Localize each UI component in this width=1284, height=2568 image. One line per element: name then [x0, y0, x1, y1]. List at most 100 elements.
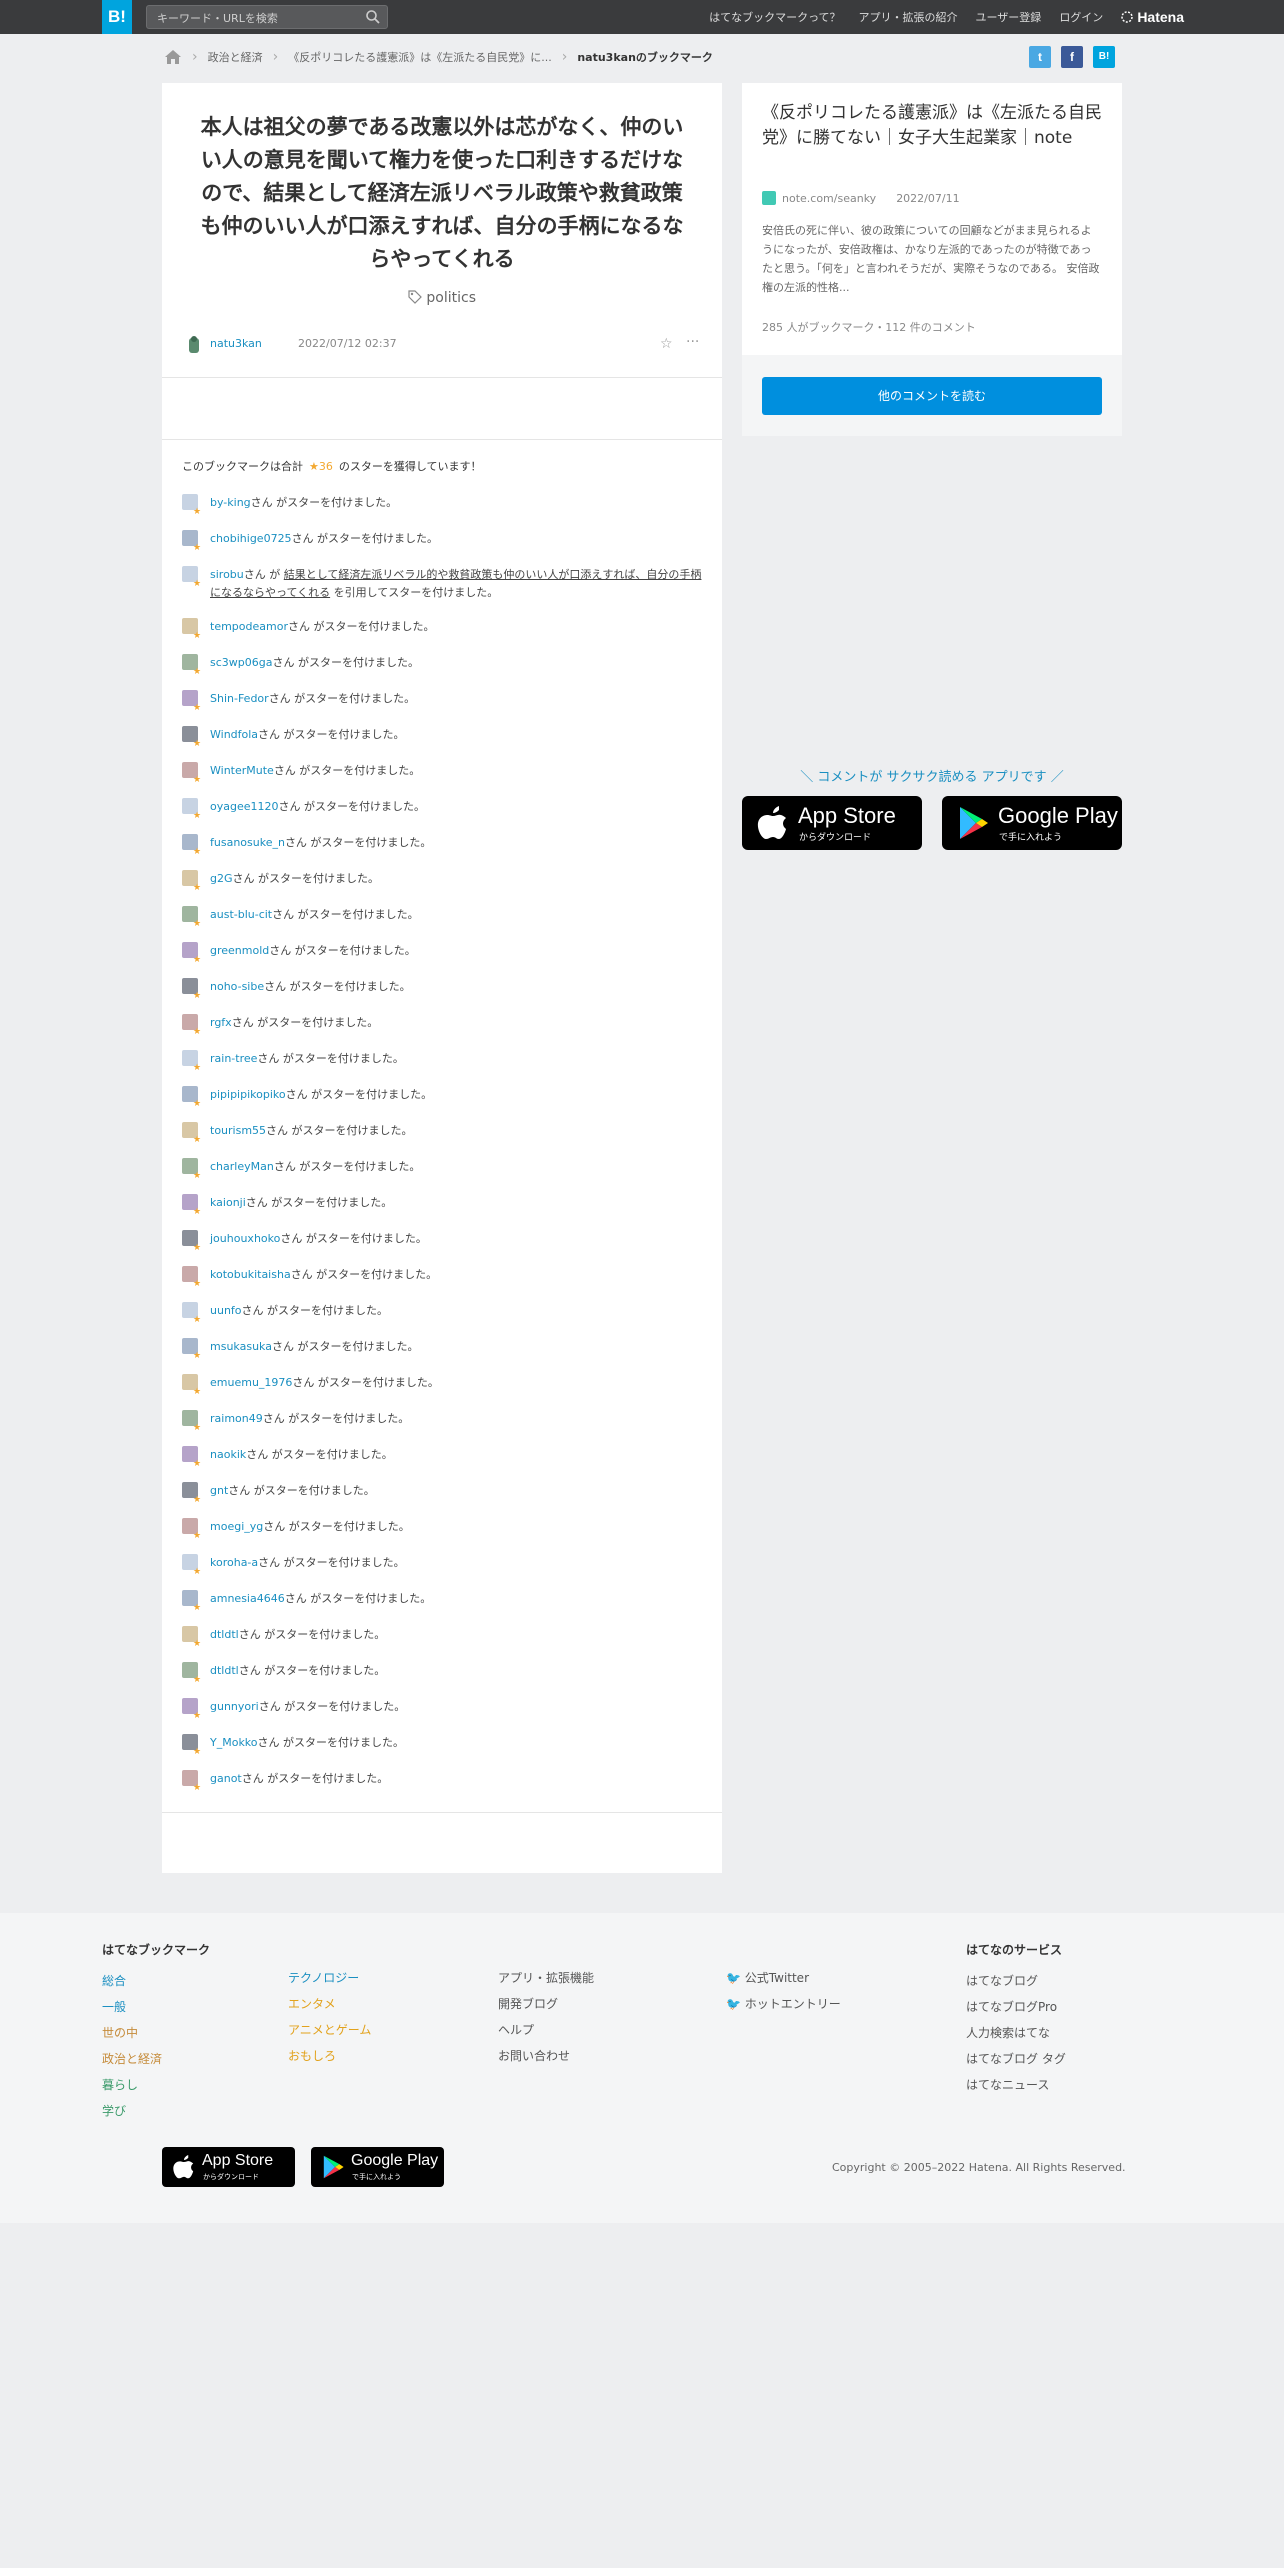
nav-about[interactable]: はてなブックマークって？ [709, 9, 840, 25]
avatar[interactable] [182, 1266, 201, 1293]
star-user-link[interactable]: gnt [210, 1484, 228, 1497]
star-user-link[interactable]: greenmold [210, 944, 269, 957]
footer-service-news[interactable]: はてなニュース [966, 2076, 1066, 2093]
add-star-icon[interactable]: ☆ [660, 336, 673, 352]
star-user-link[interactable]: dtldtl [210, 1664, 239, 1677]
footer-service-q[interactable]: 人力検索はてな [966, 2024, 1066, 2041]
avatar[interactable] [182, 566, 201, 593]
footer-cat-all[interactable]: 総合 [102, 1972, 210, 1989]
avatar[interactable] [182, 798, 201, 825]
footer-link-contact[interactable]: お問い合わせ [498, 2047, 594, 2064]
breadcrumb-entry[interactable]: 《反ポリコレたる護憲派》は《左派たる自民党》に... [288, 49, 552, 65]
footer-cat-general[interactable]: 一般 [102, 1998, 210, 2015]
footer-twitter[interactable]: 🐦 公式Twitter [726, 1969, 841, 1986]
star-user-link[interactable]: aust-blu-cit [210, 908, 272, 921]
footer-service-blogpro[interactable]: はてなブログPro [966, 1998, 1066, 2015]
avatar[interactable] [186, 335, 202, 353]
avatar[interactable] [182, 1770, 201, 1797]
star-user-link[interactable]: Shin-Fedor [210, 692, 269, 705]
star-user-link[interactable]: chobihige0725 [210, 532, 292, 545]
nav-apps[interactable]: アプリ・拡張の紹介 [859, 9, 958, 25]
star-user-link[interactable]: msukasuka [210, 1340, 272, 1353]
avatar[interactable] [182, 1086, 201, 1113]
nav-login[interactable]: ログイン [1059, 9, 1103, 25]
avatar[interactable] [182, 906, 201, 933]
twitter-share-icon[interactable]: t [1029, 46, 1051, 68]
star-user-link[interactable]: g2G [210, 872, 233, 885]
avatar[interactable] [182, 1590, 201, 1617]
avatar[interactable] [182, 1662, 201, 1689]
avatar[interactable] [182, 1194, 201, 1221]
more-menu-icon[interactable]: ··· [686, 334, 699, 350]
avatar[interactable] [182, 1554, 201, 1581]
star-user-link[interactable]: rgfx [210, 1016, 232, 1029]
star-user-link[interactable]: emuemu_1976 [210, 1376, 292, 1389]
footer-cat-life[interactable]: 暮らし [102, 2076, 210, 2093]
footer-link-apps[interactable]: アプリ・拡張機能 [498, 1969, 594, 1986]
avatar[interactable] [182, 726, 201, 753]
avatar[interactable] [182, 690, 201, 717]
avatar[interactable] [182, 494, 201, 521]
footer-service-blogtag[interactable]: はてなブログ タグ [966, 2050, 1066, 2067]
star-user-link[interactable]: rain-tree [210, 1052, 257, 1065]
star-user-link[interactable]: pipipipikopiko [210, 1088, 286, 1101]
star-user-link[interactable]: by-king [210, 496, 251, 509]
star-user-link[interactable]: jouhouxhoko [210, 1232, 280, 1245]
star-user-link[interactable]: tourism55 [210, 1124, 266, 1137]
avatar[interactable] [182, 834, 201, 861]
avatar[interactable] [182, 870, 201, 897]
avatar[interactable] [182, 1014, 201, 1041]
avatar[interactable] [182, 618, 201, 645]
footer-link-help[interactable]: ヘルプ [498, 2021, 594, 2038]
footer-cat-fun[interactable]: おもしろ [288, 2047, 371, 2064]
star-user-link[interactable]: Windfola [210, 728, 258, 741]
avatar[interactable] [182, 1230, 201, 1257]
entry-card[interactable]: 《反ポリコレたる護憲派》は《左派たる自民党》に勝てない｜女子大生起業家｜note… [742, 83, 1122, 355]
star-user-link[interactable]: WinterMute [210, 764, 274, 777]
entry-source[interactable]: note.com/seanky [782, 192, 876, 205]
avatar[interactable] [182, 530, 201, 557]
author-name[interactable]: natu3kan [210, 337, 262, 350]
star-user-link[interactable]: Y_Mokko [210, 1736, 258, 1749]
star-user-link[interactable]: ganot [210, 1772, 242, 1785]
search-icon[interactable] [365, 9, 381, 25]
avatar[interactable] [182, 1518, 201, 1545]
star-user-link[interactable]: dtldtl [210, 1628, 239, 1641]
avatar[interactable] [182, 978, 201, 1005]
footer-link-devblog[interactable]: 開発ブログ [498, 1995, 594, 2012]
star-user-link[interactable]: kaionji [210, 1196, 246, 1209]
star-user-link[interactable]: charleyMan [210, 1160, 274, 1173]
entry-title[interactable]: 《反ポリコレたる護憲派》は《左派たる自民党》に勝てない｜女子大生起業家｜note [762, 101, 1102, 151]
star-user-link[interactable]: uunfo [210, 1304, 242, 1317]
hatena-bookmark-share-icon[interactable]: B! [1093, 46, 1115, 68]
app-store-badge[interactable]: App Store からダウンロード [742, 796, 922, 850]
facebook-share-icon[interactable]: f [1061, 46, 1083, 68]
hatena-bookmark-logo[interactable]: B! [102, 0, 132, 34]
avatar[interactable] [182, 942, 201, 969]
star-user-link[interactable]: gunnyori [210, 1700, 259, 1713]
avatar[interactable] [182, 1410, 201, 1437]
star-user-link[interactable]: fusanosuke_n [210, 836, 285, 849]
breadcrumb-category[interactable]: 政治と経済 [208, 49, 263, 65]
footer-cat-tech[interactable]: テクノロジー [288, 1969, 371, 1986]
avatar[interactable] [182, 762, 201, 789]
footer-cat-entertainment[interactable]: エンタメ [288, 1995, 371, 2012]
search-input[interactable] [155, 8, 359, 28]
footer-app-store-badge[interactable]: App Store からダウンロード [162, 2147, 295, 2187]
star-user-link[interactable]: oyagee1120 [210, 800, 279, 813]
star-user-link[interactable]: amnesia4646 [210, 1592, 285, 1605]
bookmark-timestamp[interactable]: 2022/07/12 02:37 [298, 337, 397, 350]
footer-cat-knowledge[interactable]: 学び [102, 2102, 210, 2119]
star-user-link[interactable]: koroha-a [210, 1556, 258, 1569]
avatar[interactable] [182, 1338, 201, 1365]
star-user-link[interactable]: tempodeamor [210, 620, 288, 633]
avatar[interactable] [182, 1698, 201, 1725]
bookmark-tag[interactable]: politics [162, 290, 722, 306]
avatar[interactable] [182, 1482, 201, 1509]
footer-cat-world[interactable]: 世の中 [102, 2024, 210, 2041]
avatar[interactable] [182, 1302, 201, 1329]
footer-google-play-badge[interactable]: Google Play で手に入れよう [311, 2147, 444, 2187]
avatar[interactable] [182, 1734, 201, 1761]
star-user-link[interactable]: sc3wp06ga [210, 656, 272, 669]
star-user-link[interactable]: sirobu [210, 568, 244, 581]
